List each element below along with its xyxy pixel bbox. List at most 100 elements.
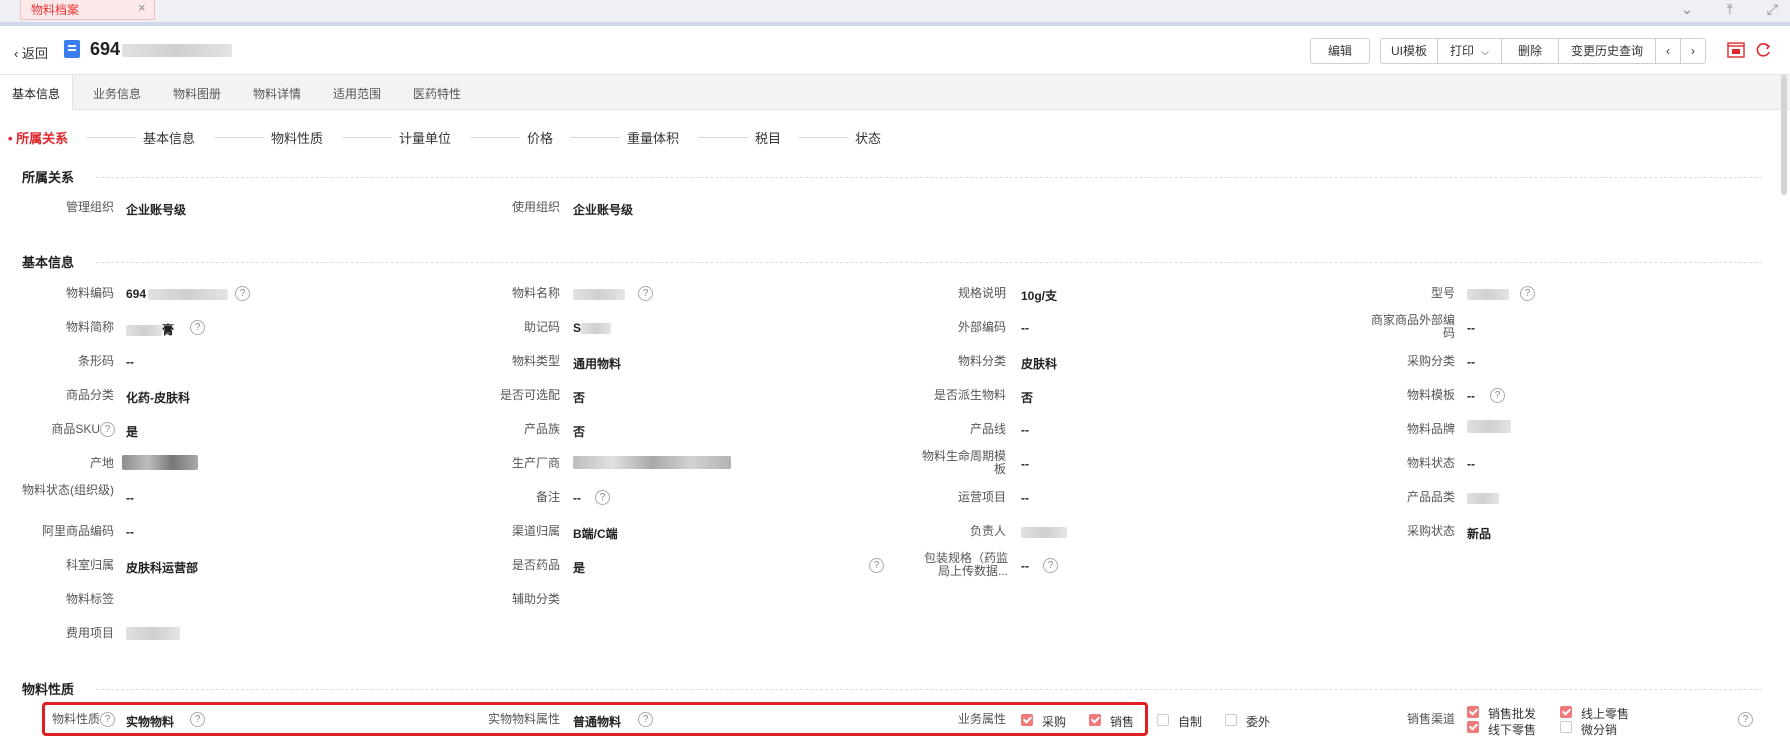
tab-medical-traits[interactable]: 医药特性 <box>413 85 461 102</box>
field-value: -- <box>1021 321 1029 335</box>
help-icon[interactable]: ? <box>1490 388 1505 403</box>
tab-business-info[interactable]: 业务信息 <box>93 85 141 102</box>
checkbox-offline-retail[interactable] <box>1467 721 1479 733</box>
section-steps: • 所属关系 基本信息 物料性质 计量单位 价格 重量体积 税目 状态 <box>0 110 1790 150</box>
field-label: 使用组织 <box>511 200 560 214</box>
field-label: 商品SKU <box>51 422 100 436</box>
chevron-left-icon: ‹ <box>14 46 19 61</box>
step-weight-volume[interactable]: 重量体积 <box>627 128 679 147</box>
field-value: 企业账号级 <box>573 203 634 217</box>
checkbox-micro-distribution[interactable] <box>1560 721 1572 733</box>
section-title-basic-info: 基本信息 <box>22 255 75 270</box>
checkbox-label: 委外 <box>1246 715 1271 729</box>
step-status[interactable]: 状态 <box>855 128 881 147</box>
field-value <box>1467 491 1499 505</box>
help-icon[interactable]: ? <box>638 286 653 301</box>
detail-tabs: 基本信息 业务信息 物料图册 物料详情 适用范围 医药特性 <box>0 75 1790 110</box>
field-value: -- <box>1467 457 1475 471</box>
field-label: 商品分类 <box>65 388 114 402</box>
expand-icon[interactable]: ⤢ <box>1767 1 1778 17</box>
tab-material-detail[interactable]: 物料详情 <box>253 85 301 102</box>
field-value-text: S <box>573 321 582 335</box>
help-icon[interactable]: ? <box>1043 558 1058 573</box>
help-icon[interactable]: ? <box>1520 286 1535 301</box>
step-tax[interactable]: 税目 <box>755 128 781 147</box>
field-value: -- <box>126 525 134 539</box>
step-basic-info[interactable]: 基本信息 <box>143 128 195 147</box>
ui-template-button[interactable]: UI模板 <box>1380 38 1438 64</box>
window-tab-material-archive[interactable]: 物料档案 × <box>20 0 155 20</box>
field-label: 费用项目 <box>65 626 114 640</box>
help-icon[interactable]: ? <box>869 558 884 573</box>
checkbox-self-made[interactable] <box>1157 714 1169 726</box>
field-label: 物料标签 <box>65 592 114 606</box>
back-button[interactable]: ‹ 返回 <box>14 43 48 62</box>
step-divider <box>470 137 520 138</box>
checkbox-outsource[interactable] <box>1225 714 1237 726</box>
section-divider <box>96 262 1762 263</box>
field-value <box>122 455 198 471</box>
field-label: 物料分类 <box>957 354 1006 368</box>
step-divider <box>798 137 848 138</box>
checkbox-label: 线下零售 <box>1488 723 1537 737</box>
print-button[interactable]: 打印 ⌵ <box>1437 38 1502 64</box>
field-label: 产品线 <box>969 422 1006 436</box>
field-value-text: 694 <box>126 287 147 301</box>
field-label: 管理组织 <box>65 200 114 214</box>
page-title-code: 694 <box>90 39 121 59</box>
checkbox-wholesale[interactable] <box>1467 706 1479 718</box>
field-label: 物料品牌 <box>1406 422 1455 436</box>
tab-material-album[interactable]: 物料图册 <box>173 85 221 102</box>
delete-button[interactable]: 删除 <box>1501 38 1559 64</box>
field-label: 条形码 <box>77 354 114 368</box>
close-icon[interactable]: × <box>138 0 146 15</box>
field-value: 新品 <box>1467 527 1492 541</box>
help-icon[interactable]: ? <box>1738 712 1753 727</box>
field-value: 化药-皮肤科 <box>126 391 190 405</box>
step-unit[interactable]: 计量单位 <box>399 128 451 147</box>
chevron-down-icon[interactable]: ⌄ <box>1681 1 1693 17</box>
step-divider <box>86 137 136 138</box>
field-label: 阿里商品编码 <box>41 524 114 538</box>
refresh-icon[interactable] <box>1754 41 1772 59</box>
step-divider <box>214 137 264 138</box>
field-label: 物料类型 <box>511 354 560 368</box>
ui-designer-icon[interactable] <box>1727 41 1745 59</box>
tab-scope[interactable]: 适用范围 <box>333 85 381 102</box>
field-label: 外部编码 <box>957 320 1006 334</box>
field-label: 是否药品 <box>511 558 560 572</box>
edit-button[interactable]: 编辑 <box>1310 38 1370 64</box>
step-divider <box>342 137 392 138</box>
field-value: 10g/支 <box>1021 289 1058 303</box>
field-label: 型号 <box>1430 286 1455 300</box>
field-value: 否 <box>573 391 586 405</box>
upload-icon[interactable]: ⤒ <box>1727 1 1733 17</box>
print-label: 打印 <box>1450 44 1475 58</box>
field-label: 运营项目 <box>957 490 1006 504</box>
step-material-nature[interactable]: 物料性质 <box>271 128 323 147</box>
field-value: -- <box>1021 457 1029 471</box>
step-price[interactable]: 价格 <box>527 128 553 147</box>
checkbox-online-retail[interactable] <box>1560 706 1572 718</box>
field-label: 产品族 <box>523 422 560 436</box>
help-icon[interactable]: ? <box>100 422 115 437</box>
prev-button[interactable]: ‹ <box>1655 38 1681 64</box>
field-value: -- <box>1467 355 1475 369</box>
redacted-blur <box>1467 420 1511 434</box>
field-value <box>1467 419 1511 434</box>
field-label: 物料状态(组织级) <box>22 483 114 497</box>
redacted-blur <box>573 289 625 301</box>
window-tab-bar: 物料档案 × ⌄ ⤒ ⤢ <box>0 0 1790 26</box>
history-button[interactable]: 变更历史查询 <box>1558 38 1656 64</box>
document-icon <box>64 40 80 58</box>
help-icon[interactable]: ? <box>190 320 205 335</box>
field-value: 是 <box>126 425 139 439</box>
field-label: 生产厂商 <box>511 456 560 470</box>
help-icon[interactable]: ? <box>595 490 610 505</box>
step-belonging[interactable]: • 所属关系 <box>8 128 68 147</box>
field-label: 是否可选配 <box>499 388 560 402</box>
next-button[interactable]: › <box>1680 38 1706 64</box>
field-value: -- <box>573 491 581 505</box>
tab-basic-info[interactable]: 基本信息 <box>0 75 74 110</box>
help-icon[interactable]: ? <box>235 286 250 301</box>
